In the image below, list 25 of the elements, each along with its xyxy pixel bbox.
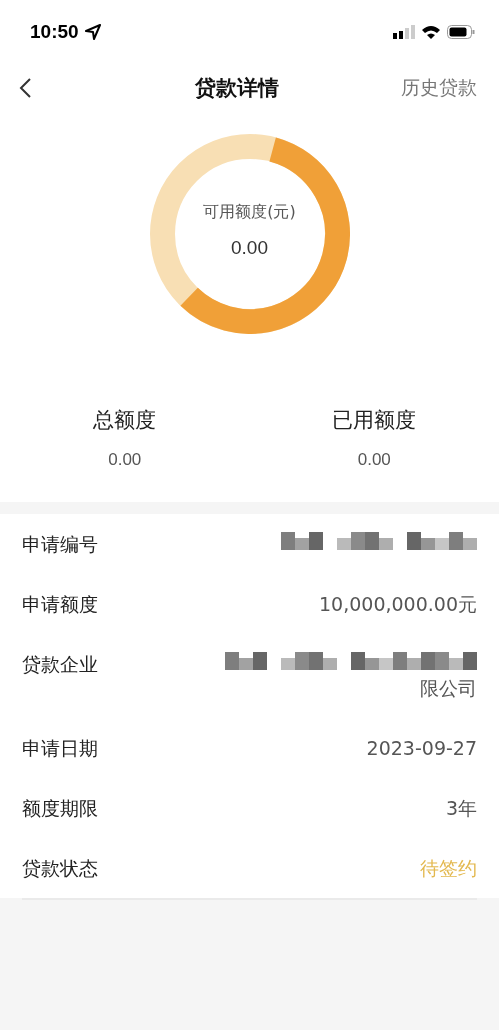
status-time: 10:50 — [30, 21, 79, 43]
wifi-icon — [421, 24, 441, 40]
detail-label: 贷款企业 — [22, 652, 98, 676]
detail-value: 3年 — [445, 796, 477, 820]
detail-label: 申请编号 — [22, 532, 98, 556]
stat-value: 0.00 — [357, 450, 391, 470]
available-quota-label: 可用额度(元) — [203, 201, 296, 223]
detail-label: 申请日期 — [22, 736, 98, 760]
detail-value: 限公司 — [420, 676, 477, 700]
available-quota-value: 0.00 — [231, 236, 268, 259]
stat-label: 总额度 — [93, 407, 157, 434]
detail-label: 申请额度 — [22, 592, 98, 616]
signal-icon — [393, 25, 415, 39]
detail-label: 额度期限 — [22, 796, 98, 820]
stat-value: 0.00 — [108, 450, 142, 470]
stat-label: 已用额度 — [332, 407, 417, 434]
detail-label: 贷款状态 — [22, 856, 98, 880]
detail-value: 10,000,000.00元 — [319, 592, 477, 616]
status-value: 待签约 — [420, 856, 477, 880]
location-arrow-icon — [84, 24, 101, 40]
page-title: 贷款详情 — [194, 75, 279, 102]
back-button[interactable] — [18, 77, 32, 99]
detail-value: 2023-09-27 — [366, 736, 477, 760]
history-link[interactable]: 历史贷款 — [401, 75, 477, 101]
battery-icon — [447, 25, 475, 39]
